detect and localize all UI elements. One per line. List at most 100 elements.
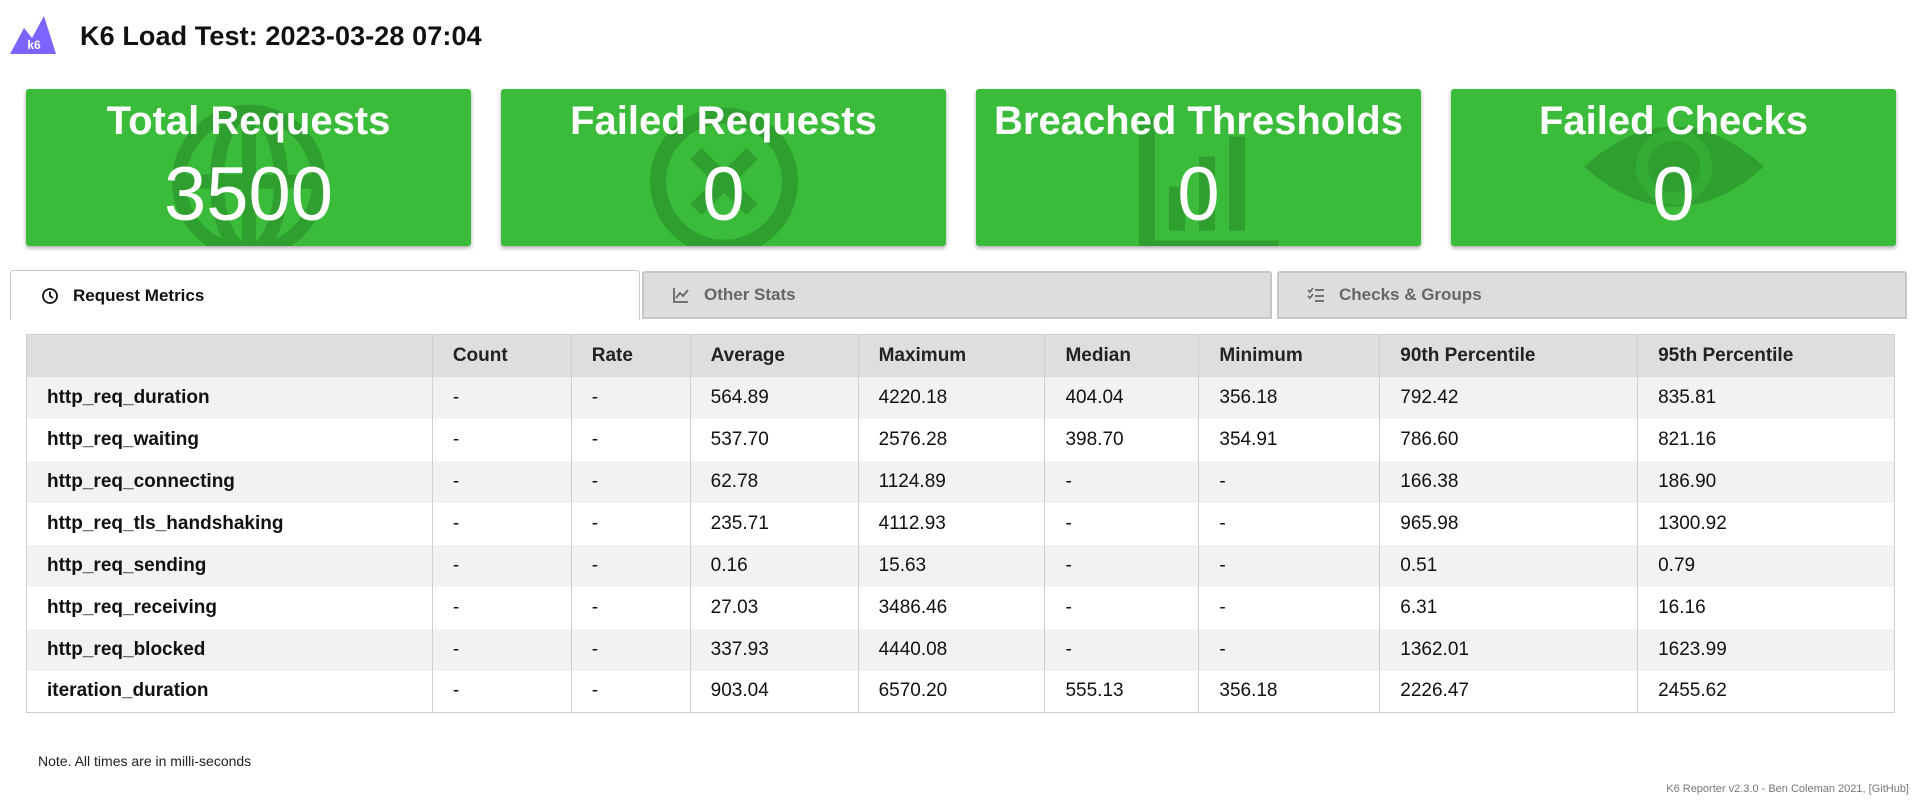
metric-name-cell: iteration_duration bbox=[26, 670, 433, 713]
metric-value-cell: - bbox=[571, 544, 691, 587]
breached-thresholds-value: 0 bbox=[1177, 152, 1220, 237]
metric-value-cell: 835.81 bbox=[1637, 376, 1895, 419]
metric-value-cell: 398.70 bbox=[1044, 418, 1200, 461]
metric-value-cell: 4440.08 bbox=[858, 628, 1046, 671]
column-header: Maximum bbox=[858, 334, 1046, 377]
metric-value-cell: 166.38 bbox=[1379, 460, 1639, 503]
tab-request-metrics[interactable]: Request Metrics bbox=[10, 270, 640, 320]
failed-requests-title: Failed Requests bbox=[570, 99, 877, 143]
page-title: K6 Load Test: 2023-03-28 07:04 bbox=[80, 20, 482, 51]
breached-thresholds-box: Breached Thresholds 0 bbox=[976, 89, 1421, 246]
metric-value-cell: - bbox=[1198, 586, 1381, 629]
metric-value-cell: - bbox=[432, 544, 572, 587]
metric-value-cell: 1300.92 bbox=[1637, 502, 1895, 545]
metric-value-cell: - bbox=[571, 502, 691, 545]
github-link[interactable]: [GitHub] bbox=[1869, 783, 1909, 795]
metric-value-cell: 1124.89 bbox=[858, 460, 1046, 503]
metric-value-cell: 1362.01 bbox=[1379, 628, 1639, 671]
metric-value-cell: 0.16 bbox=[690, 544, 859, 587]
metric-name-cell: http_req_duration bbox=[26, 376, 433, 419]
metric-value-cell: 1623.99 bbox=[1637, 628, 1895, 671]
tab-other-stats-label: Other Stats bbox=[704, 285, 796, 304]
metric-value-cell: 356.18 bbox=[1198, 670, 1381, 713]
summary-boxes: Total Requests 3500 Failed Requests 0 Br… bbox=[26, 89, 1896, 246]
column-header: Rate bbox=[571, 334, 691, 377]
column-header: Count bbox=[432, 334, 572, 377]
total-requests-value: 3500 bbox=[163, 152, 334, 237]
metric-value-cell: 27.03 bbox=[690, 586, 859, 629]
failed-checks-box: Failed Checks 0 bbox=[1451, 89, 1896, 246]
total-requests-box: Total Requests 3500 bbox=[26, 89, 471, 246]
metric-value-cell: - bbox=[1198, 502, 1381, 545]
metric-value-cell: - bbox=[571, 670, 691, 713]
metric-value-cell: - bbox=[432, 418, 572, 461]
metric-value-cell: - bbox=[571, 628, 691, 671]
metric-value-cell: 4220.18 bbox=[858, 376, 1046, 419]
metric-name-cell: http_req_blocked bbox=[26, 628, 433, 671]
metric-value-cell: - bbox=[1198, 628, 1381, 671]
table-row: http_req_receiving - -27.03 3486.46- -6.31 16… bbox=[26, 586, 1895, 629]
metric-value-cell: 235.71 bbox=[690, 502, 859, 545]
tab-bar: Request Metrics Other Stats Checks & Gro… bbox=[10, 270, 1907, 320]
metric-value-cell: - bbox=[571, 460, 691, 503]
table-row: http_req_blocked - -337.93 4440.08- -1362.01… bbox=[26, 628, 1895, 671]
metric-value-cell: 356.18 bbox=[1198, 376, 1381, 419]
table-row: http_req_connecting - -62.78 1124.89- -166.3… bbox=[26, 460, 1895, 503]
metric-value-cell: - bbox=[432, 670, 572, 713]
metric-value-cell: 6570.20 bbox=[858, 670, 1046, 713]
table-row: http_req_duration - -564.89 4220.18 404.04 35… bbox=[26, 376, 1895, 419]
tab-other-stats[interactable]: Other Stats bbox=[642, 271, 1272, 319]
failed-checks-value: 0 bbox=[1652, 152, 1695, 237]
metric-value-cell: 792.42 bbox=[1379, 376, 1639, 419]
metric-value-cell: 2576.28 bbox=[858, 418, 1046, 461]
table-header-row: Count Rate Average Maximum Median Minimum 90th… bbox=[26, 334, 1895, 377]
footer-text: K6 Reporter v2.3.0 - Ben Coleman 2021, bbox=[1666, 783, 1869, 795]
metric-value-cell: 903.04 bbox=[690, 670, 859, 713]
metric-value-cell: - bbox=[1044, 544, 1200, 587]
line-chart-icon bbox=[673, 288, 689, 303]
page-header: k6 K6 Load Test: 2023-03-28 07:04 bbox=[10, 14, 482, 58]
column-header: 95th Percentile bbox=[1637, 334, 1895, 377]
total-requests-title: Total Requests bbox=[106, 99, 391, 143]
failed-requests-value: 0 bbox=[702, 152, 745, 237]
metric-value-cell: 0.79 bbox=[1637, 544, 1895, 587]
column-header: Median bbox=[1044, 334, 1200, 377]
metric-value-cell: - bbox=[1044, 460, 1200, 503]
table-row: iteration_duration - -903.04 6570.20 555.13 3… bbox=[26, 670, 1895, 713]
metric-value-cell: 186.90 bbox=[1637, 460, 1895, 503]
metric-name-cell: http_req_connecting bbox=[26, 460, 433, 503]
footer: K6 Reporter v2.3.0 - Ben Coleman 2021, [… bbox=[1666, 783, 1909, 795]
metric-value-cell: - bbox=[571, 586, 691, 629]
metric-value-cell: - bbox=[432, 376, 572, 419]
metric-value-cell: - bbox=[432, 502, 572, 545]
metric-value-cell: - bbox=[432, 628, 572, 671]
metric-value-cell: - bbox=[1198, 544, 1381, 587]
metric-value-cell: 965.98 bbox=[1379, 502, 1639, 545]
metric-value-cell: - bbox=[1044, 502, 1200, 545]
column-header: Minimum bbox=[1198, 334, 1381, 377]
metric-value-cell: 6.31 bbox=[1379, 586, 1639, 629]
metric-value-cell: 0.51 bbox=[1379, 544, 1639, 587]
tab-checks-groups[interactable]: Checks & Groups bbox=[1277, 271, 1907, 319]
metric-value-cell: - bbox=[571, 376, 691, 419]
metric-value-cell: 337.93 bbox=[690, 628, 859, 671]
metric-name-cell: http_req_sending bbox=[26, 544, 433, 587]
metric-value-cell: 404.04 bbox=[1044, 376, 1200, 419]
checklist-icon bbox=[1307, 287, 1324, 302]
tab-checks-groups-label: Checks & Groups bbox=[1339, 285, 1482, 304]
failed-checks-title: Failed Checks bbox=[1538, 99, 1808, 143]
metric-value-cell: 15.63 bbox=[858, 544, 1046, 587]
column-header: Average bbox=[690, 334, 859, 377]
metric-value-cell: 2455.62 bbox=[1637, 670, 1895, 713]
breached-thresholds-title: Breached Thresholds bbox=[993, 99, 1403, 143]
metric-value-cell: - bbox=[432, 586, 572, 629]
metric-value-cell: - bbox=[1198, 460, 1381, 503]
metric-name-cell: http_req_receiving bbox=[26, 586, 433, 629]
request-metrics-table: Count Rate Average Maximum Median Minimum 90th… bbox=[26, 334, 1895, 713]
column-header-metric bbox=[26, 334, 433, 377]
metric-value-cell: 62.78 bbox=[690, 460, 859, 503]
metric-name-cell: http_req_tls_handshaking bbox=[26, 502, 433, 545]
metric-value-cell: - bbox=[571, 418, 691, 461]
table-row: http_req_sending - -0.16 15.63- -0.51 0.79 bbox=[26, 544, 1895, 587]
logo-text: k6 bbox=[27, 38, 41, 52]
